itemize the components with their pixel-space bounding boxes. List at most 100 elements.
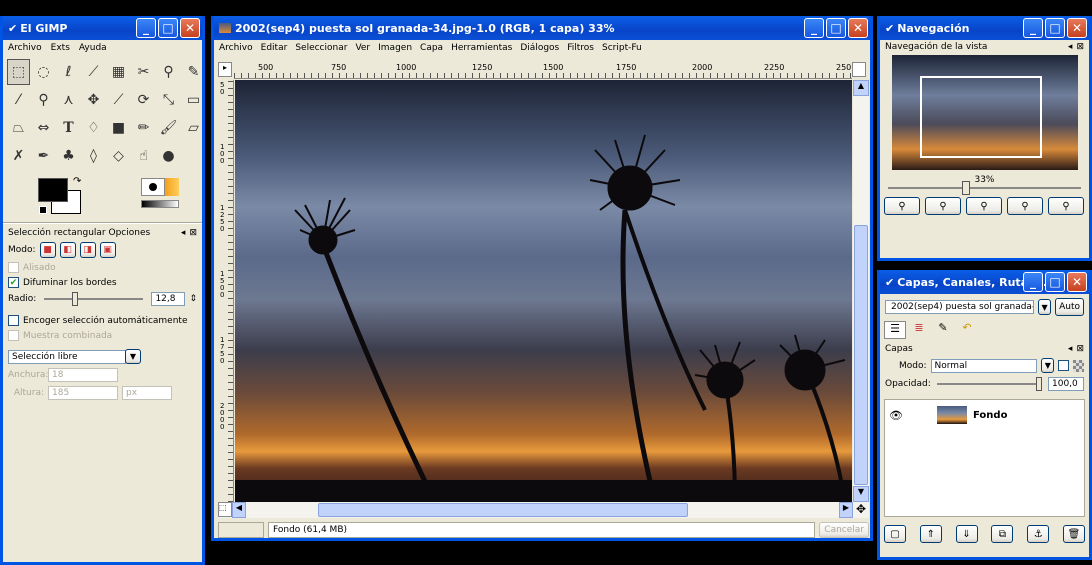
zoom-out-button[interactable]: ⚲ bbox=[884, 197, 920, 215]
navigation-preview[interactable] bbox=[891, 55, 1078, 170]
scroll-left-button[interactable]: ◀ bbox=[232, 502, 246, 518]
rect-select-icon[interactable]: ⬚ bbox=[7, 59, 30, 85]
lower-layer-button[interactable]: ⇓ bbox=[955, 525, 978, 543]
sample-merged-checkbox[interactable] bbox=[8, 330, 19, 341]
image-minimize-button[interactable]: _ bbox=[804, 18, 824, 38]
image-canvas[interactable] bbox=[235, 80, 852, 502]
image-maximize-button[interactable]: □ bbox=[826, 18, 846, 38]
tab-layers-icon[interactable]: ☰ bbox=[884, 321, 906, 339]
menu-exts[interactable]: Exts bbox=[51, 43, 70, 53]
move-icon[interactable]: ✥ bbox=[82, 87, 105, 113]
toolbox-titlebar[interactable]: ✔ El GIMP _ □ ✕ bbox=[3, 16, 202, 40]
vertical-scrollbar[interactable]: ▲ ▼ bbox=[853, 80, 869, 502]
zoom-in-button[interactable]: ⚲ bbox=[925, 197, 961, 215]
paintbrush-icon[interactable]: 🖌 bbox=[157, 115, 180, 141]
gradient-preview[interactable] bbox=[141, 200, 179, 208]
perspective-icon[interactable]: ⏢ bbox=[7, 115, 30, 141]
layer-mode-arrow-icon[interactable]: ▼ bbox=[1041, 358, 1055, 373]
menu-imagen[interactable]: Imagen bbox=[378, 43, 412, 53]
zoom-icon[interactable]: ⚲ bbox=[32, 87, 55, 113]
tab-undo-icon[interactable]: ↶ bbox=[956, 321, 978, 339]
select-mode-arrow-icon[interactable]: ▼ bbox=[125, 349, 141, 364]
minimize-button[interactable]: _ bbox=[136, 18, 156, 38]
pattern-preview[interactable] bbox=[165, 178, 179, 196]
menu-ver[interactable]: Ver bbox=[355, 43, 370, 53]
layer-list[interactable]: 👁 Fondo bbox=[884, 399, 1085, 517]
maximize-button[interactable]: □ bbox=[158, 18, 178, 38]
crop-icon[interactable]: ⟋ bbox=[107, 87, 130, 113]
keep-transparency-checkbox[interactable] bbox=[1058, 360, 1069, 371]
default-colors-icon[interactable] bbox=[39, 206, 47, 214]
convolve-icon[interactable]: ◇ bbox=[107, 143, 130, 169]
text-icon[interactable]: T bbox=[57, 115, 80, 141]
panel-menu-icon[interactable]: ◂ bbox=[1068, 344, 1073, 354]
navigate-button[interactable]: ⬚ bbox=[218, 502, 232, 517]
opacity-slider[interactable] bbox=[936, 377, 1042, 391]
horizontal-scrollbar[interactable]: ⬚ ◀ ▶ ✥ bbox=[218, 502, 869, 518]
zoom-100-button[interactable]: ⚲ bbox=[966, 197, 1002, 215]
foreground-select-icon[interactable]: ⚲ bbox=[157, 59, 180, 85]
image-selector[interactable]: 2002(sep4) puesta sol granada-34 bbox=[885, 300, 1034, 314]
vertical-ruler[interactable]: 5 0 1 0 0 1 2 5 0 1 5 0 0 1 7 5 0 2 0 0 … bbox=[218, 80, 234, 502]
quickmask-toggle[interactable] bbox=[852, 62, 866, 77]
close-button[interactable]: ✕ bbox=[180, 18, 200, 38]
antialias-checkbox[interactable] bbox=[8, 262, 19, 273]
panel-menu-icon[interactable]: ◂ bbox=[1068, 42, 1073, 52]
nav-minimize-button[interactable]: _ bbox=[1023, 18, 1043, 38]
menu-filtros[interactable]: Filtros bbox=[567, 43, 594, 53]
blend-icon[interactable]: ■ bbox=[107, 115, 130, 141]
scroll-down-button[interactable]: ▼ bbox=[853, 486, 869, 502]
flip-icon[interactable]: ⇔ bbox=[32, 115, 55, 141]
unit-dropdown[interactable]: px bbox=[122, 386, 172, 400]
unit-selector[interactable] bbox=[218, 522, 264, 538]
fuzzy-select-icon[interactable]: ⟋ bbox=[82, 59, 105, 85]
zoom-slider[interactable] bbox=[888, 181, 1081, 195]
layers-titlebar[interactable]: ✔ Capas, Canales, Rutas,... _ □ ✕ bbox=[880, 270, 1089, 294]
eraser-icon[interactable]: ▱ bbox=[182, 115, 202, 141]
menu-editar[interactable]: Editar bbox=[261, 43, 288, 53]
measure-icon[interactable]: ⋏ bbox=[57, 87, 80, 113]
swap-colors-icon[interactable]: ↷ bbox=[73, 176, 81, 187]
scissors-icon[interactable]: ✂ bbox=[132, 59, 155, 85]
auto-button[interactable]: Auto bbox=[1055, 298, 1084, 316]
raise-layer-button[interactable]: ⇑ bbox=[919, 525, 942, 543]
height-field[interactable]: 185 bbox=[48, 386, 118, 400]
color-picker-icon[interactable]: ⁄ bbox=[7, 87, 30, 113]
image-close-button[interactable]: ✕ bbox=[848, 18, 868, 38]
panel-menu-icon[interactable]: ◂ bbox=[181, 228, 186, 238]
nav-close-button[interactable]: ✕ bbox=[1067, 18, 1087, 38]
radius-field[interactable]: 12,8 bbox=[151, 292, 186, 306]
layer-mode-dropdown[interactable]: Normal bbox=[930, 358, 1038, 373]
vertical-scroll-thumb[interactable] bbox=[854, 225, 868, 485]
smudge-icon[interactable]: ☝ bbox=[132, 143, 155, 169]
move-canvas-icon[interactable]: ✥ bbox=[853, 502, 869, 518]
layers-close-button[interactable]: ✕ bbox=[1067, 272, 1087, 292]
horizontal-ruler[interactable]: 500 750 1000 1250 1500 1750 2000 2250 25… bbox=[234, 62, 852, 79]
opacity-field[interactable]: 100,0 bbox=[1048, 377, 1084, 391]
menu-herramientas[interactable]: Herramientas bbox=[451, 43, 512, 53]
panel-close-icon[interactable]: ⊠ bbox=[1076, 344, 1084, 354]
mode-replace-button[interactable]: ■ bbox=[39, 242, 56, 258]
menu-arrow-button[interactable]: ▸ bbox=[218, 62, 232, 77]
menu-capa[interactable]: Capa bbox=[420, 43, 443, 53]
select-mode-dropdown[interactable]: Selección libre bbox=[8, 349, 126, 364]
menu-script-fu[interactable]: Script-Fu bbox=[602, 43, 642, 53]
mode-subtract-button[interactable]: ◨ bbox=[79, 242, 96, 258]
tab-channels-icon[interactable]: ≣ bbox=[908, 321, 930, 339]
foreground-color-swatch[interactable] bbox=[38, 178, 68, 202]
scroll-up-button[interactable]: ▲ bbox=[853, 80, 869, 96]
menu-archivo[interactable]: Archivo bbox=[219, 43, 253, 53]
scroll-right-button[interactable]: ▶ bbox=[839, 502, 853, 518]
airbrush-icon[interactable]: ✗ bbox=[7, 143, 30, 169]
rotate-icon[interactable]: ⟳ bbox=[132, 87, 155, 113]
brush-preview[interactable] bbox=[141, 178, 165, 196]
duplicate-layer-button[interactable]: ⧉ bbox=[991, 525, 1014, 543]
image-titlebar[interactable]: 2002(sep4) puesta sol granada-34.jpg-1.0… bbox=[214, 16, 870, 40]
width-field[interactable]: 18 bbox=[48, 368, 118, 382]
select-by-color-icon[interactable]: ▦ bbox=[107, 59, 130, 85]
dodge-burn-icon[interactable]: ● bbox=[157, 143, 180, 169]
zoom-fill-button[interactable]: ⚲ bbox=[1048, 197, 1084, 215]
tab-paths-icon[interactable]: ✎ bbox=[932, 321, 954, 339]
layers-minimize-button[interactable]: _ bbox=[1023, 272, 1043, 292]
auto-shrink-checkbox[interactable] bbox=[8, 315, 19, 326]
